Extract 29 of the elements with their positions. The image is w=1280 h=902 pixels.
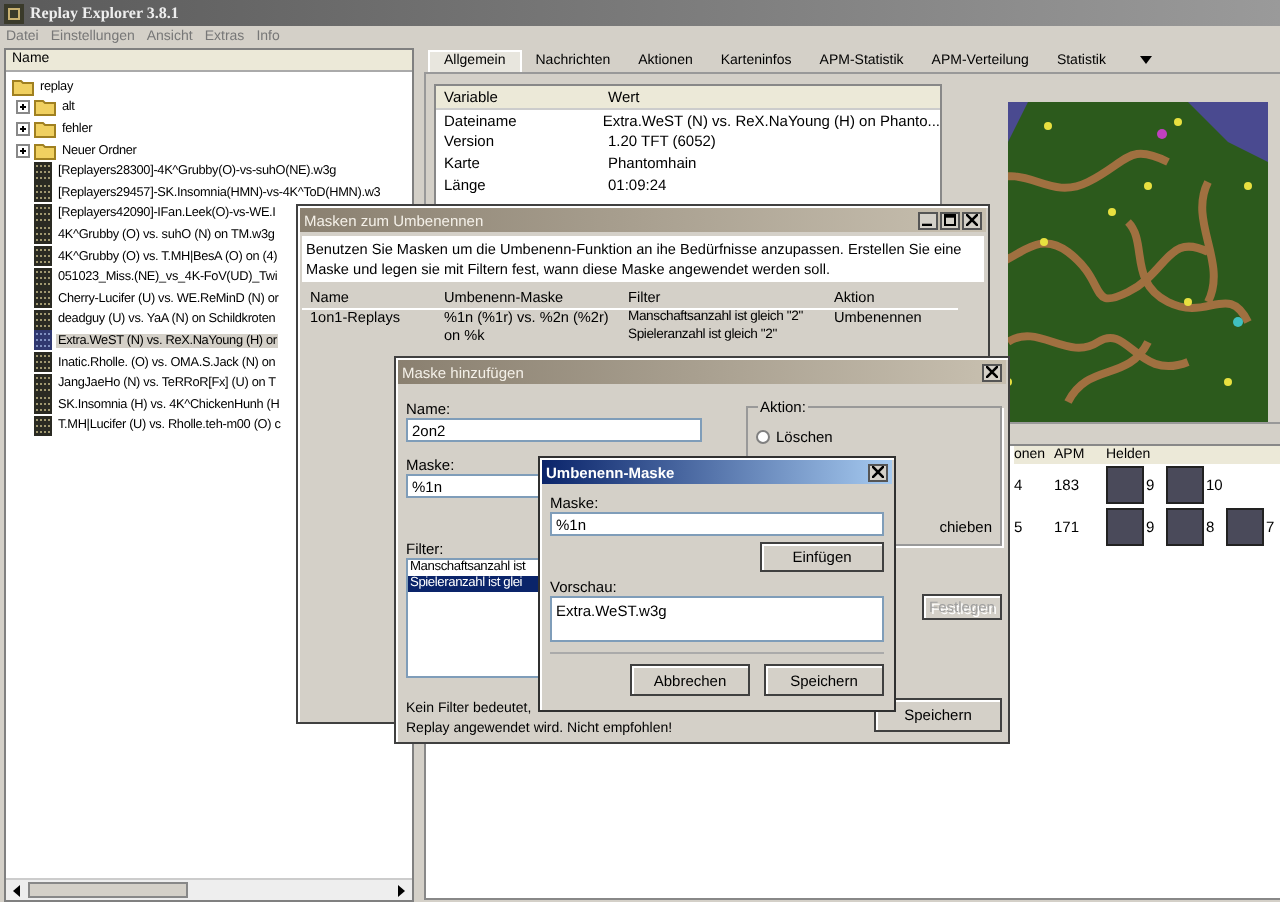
scrollbar-thumb[interactable] [28,882,188,898]
minimize-button[interactable] [918,211,938,229]
expand-icon[interactable] [16,100,30,115]
dropdown-arrow-icon [1139,56,1152,64]
close-button[interactable] [982,363,1002,381]
expand-icon[interactable] [16,121,30,136]
scroll-right-icon [392,881,410,899]
hero-portrait [1166,466,1204,504]
hero-portrait [1106,508,1144,546]
hero-portrait [1166,508,1204,546]
scroll-left-icon [8,881,26,899]
close-icon [966,214,978,226]
expand-icon[interactable] [16,143,30,158]
close-icon [986,366,998,378]
radio-button[interactable] [756,430,770,444]
close-icon [872,466,884,478]
hero-portrait [1106,466,1144,504]
hero-portrait [1226,508,1264,546]
app-icon [4,3,24,23]
folder-icon [34,98,56,117]
close-button[interactable] [868,463,888,481]
maximize-button[interactable] [940,211,960,229]
close-button[interactable] [962,211,982,229]
folder-icon [34,141,56,160]
maximize-icon [944,214,956,226]
window-title: Replay Explorer 3.8.1 [30,4,179,22]
horizontal-scrollbar[interactable] [6,878,412,900]
folder-icon [12,77,34,96]
folder-icon [34,119,56,138]
